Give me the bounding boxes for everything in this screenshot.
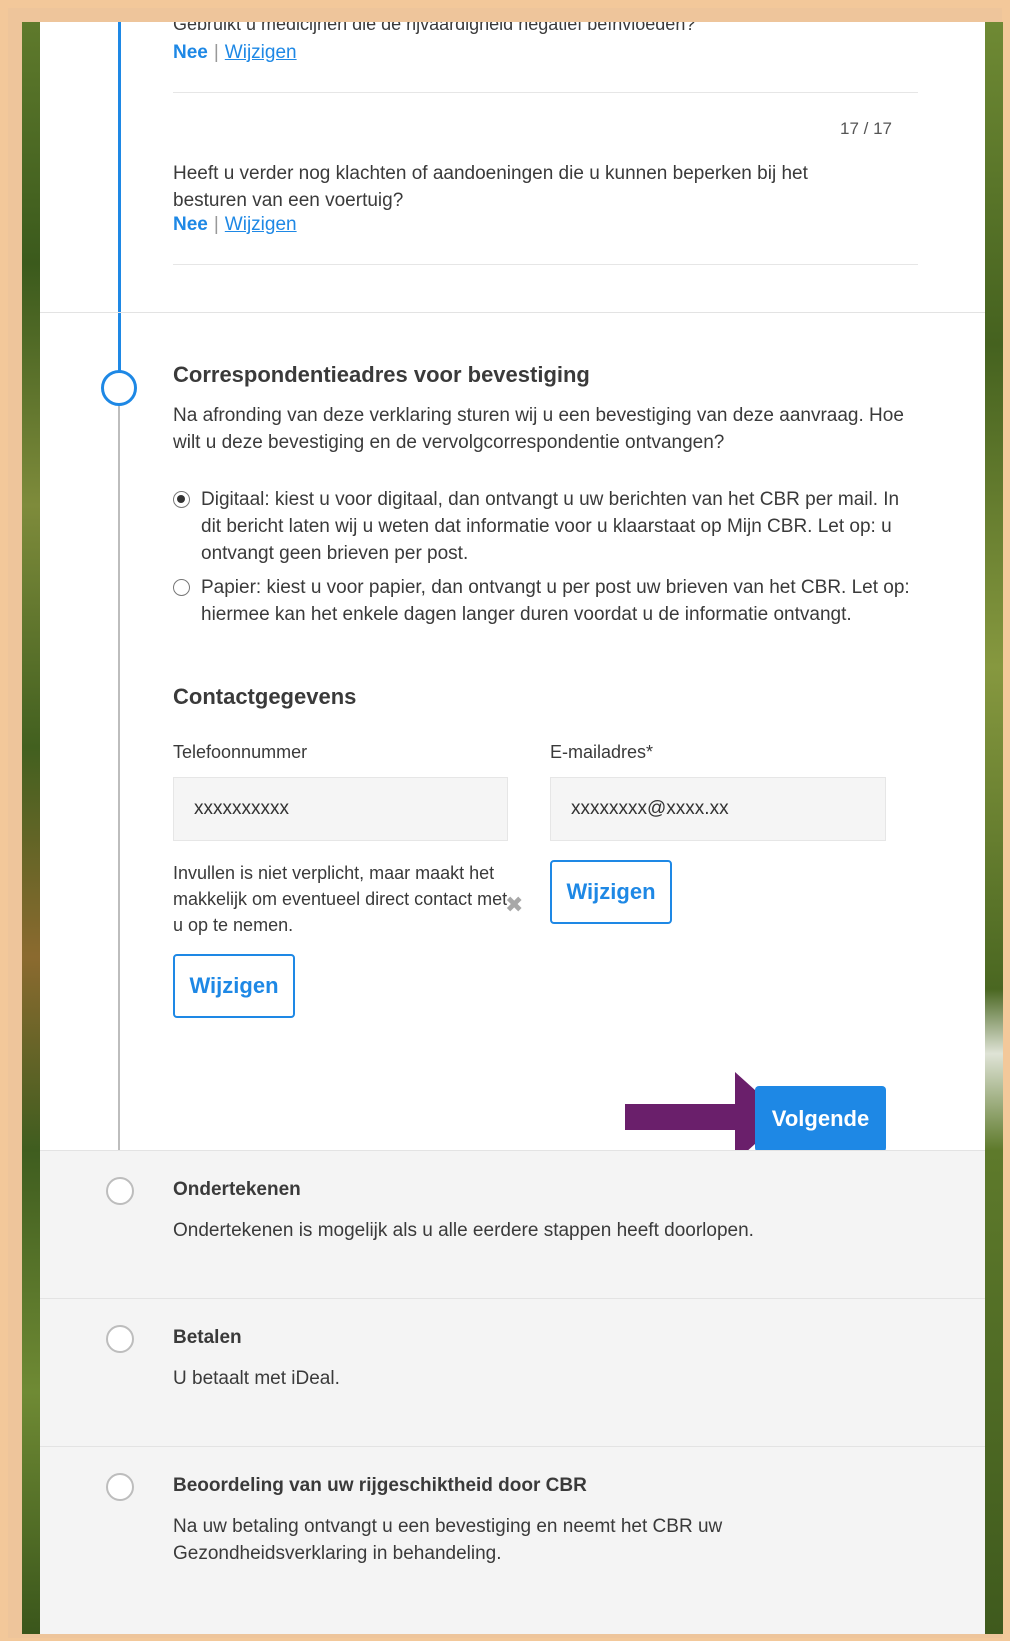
section-title: Contactgegevens xyxy=(173,684,357,709)
step-indicator xyxy=(106,1325,134,1353)
form-panel: Gebruikt u medicijnen die de rijvaardigh… xyxy=(40,22,985,1634)
divider xyxy=(173,264,918,265)
divider xyxy=(173,92,918,93)
radio-label: Papier: kiest u voor papier, dan ontvang… xyxy=(201,577,910,625)
phone-field[interactable]: xxxxxxxxxx xyxy=(173,777,508,841)
radio-button-checked[interactable] xyxy=(173,491,190,508)
phone-label: Telefoonnummer xyxy=(173,742,308,762)
step-indicator xyxy=(106,1473,134,1501)
step-indicator-active xyxy=(101,370,137,406)
step-title: Ondertekenen xyxy=(173,1179,301,1200)
step-title: Beoordeling van uw rijgeschiktheid door … xyxy=(173,1475,587,1496)
step-text: Na uw betaling ontvangt u een bevestigin… xyxy=(173,1516,723,1564)
step-text: Ondertekenen is mogelijk als u alle eerd… xyxy=(173,1220,754,1241)
next-button[interactable]: Volgende xyxy=(755,1086,886,1152)
radio-option-digital[interactable]: Digitaal: kiest u voor digitaal, dan ont… xyxy=(173,486,918,567)
phone-hint: Invullen is niet verplicht, maar maakt h… xyxy=(173,863,508,935)
step-indicator xyxy=(106,1177,134,1205)
answer-row: Nee | Wijzigen xyxy=(173,42,297,63)
question-counter: 17 / 17 xyxy=(840,119,892,138)
email-field[interactable]: xxxxxxxx@xxxx.xx xyxy=(550,777,886,841)
answer-row: Nee | Wijzigen xyxy=(173,214,297,235)
background-image-right xyxy=(985,22,1003,1634)
step-section-pay: Betalen U betaalt met iDeal. xyxy=(40,1298,985,1446)
change-email-button[interactable]: Wijzigen xyxy=(550,860,672,924)
radio-button[interactable] xyxy=(173,579,190,596)
step-section-sign: Ondertekenen Ondertekenen is mogelijk al… xyxy=(40,1150,985,1298)
radio-option-paper[interactable]: Papier: kiest u voor papier, dan ontvang… xyxy=(173,574,918,628)
contact-section: Contactgegevens xyxy=(173,684,918,710)
cursor-icon: ✖ xyxy=(505,892,524,917)
answer-value: Nee xyxy=(173,214,208,235)
step-title: Betalen xyxy=(173,1327,242,1348)
answer-value: Nee xyxy=(173,42,208,63)
timeline-line-active xyxy=(118,22,121,372)
radio-label: Digitaal: kiest u voor digitaal, dan ont… xyxy=(201,489,900,564)
step-intro: Na afronding van deze verklaring sturen … xyxy=(173,405,904,453)
change-answer-link[interactable]: Wijzigen xyxy=(225,214,297,235)
step-section-assessment: Beoordeling van uw rijgeschiktheid door … xyxy=(40,1446,985,1634)
step-text: U betaalt met iDeal. xyxy=(173,1368,340,1389)
step-title: Correspondentieadres voor bevestiging xyxy=(173,362,590,387)
change-answer-link[interactable]: Wijzigen xyxy=(225,42,297,63)
section-divider xyxy=(40,312,985,313)
email-label: E-mailadres* xyxy=(550,742,654,762)
question-text: Heeft u verder nog klachten of aandoenin… xyxy=(173,163,808,211)
change-phone-button[interactable]: Wijzigen xyxy=(173,954,295,1018)
question-text-partial: Gebruikt u medicijnen die de rijvaardigh… xyxy=(173,22,696,34)
background-image-left xyxy=(22,22,40,1634)
correspondence-section: Correspondentieadres voor bevestiging Na… xyxy=(173,362,918,456)
